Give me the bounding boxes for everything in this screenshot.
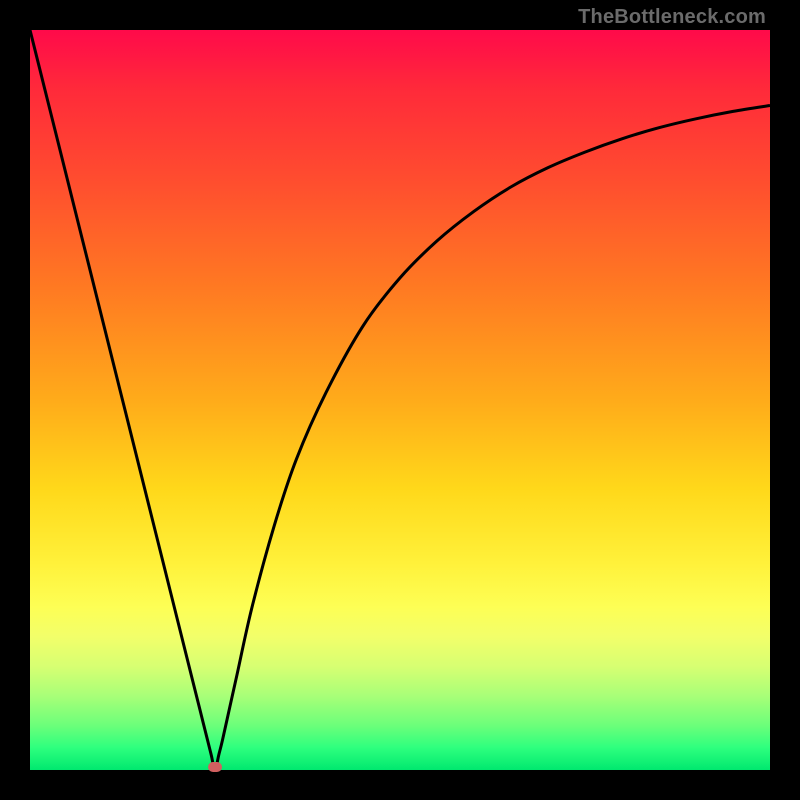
plot-area [30, 30, 770, 770]
minimum-marker [208, 762, 222, 772]
watermark-text: TheBottleneck.com [578, 6, 766, 29]
curve-path [30, 30, 770, 770]
bottleneck-curve [30, 30, 770, 770]
chart-frame: TheBottleneck.com [0, 0, 800, 800]
